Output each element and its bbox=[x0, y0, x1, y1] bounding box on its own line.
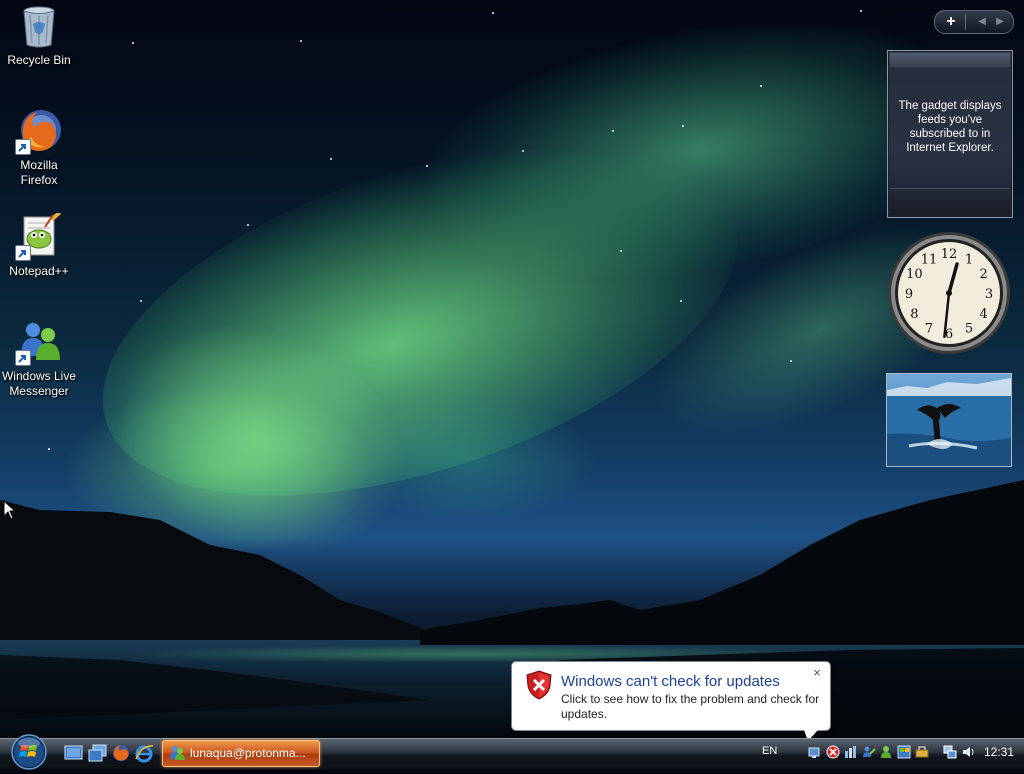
desktop-icon-firefox[interactable]: Mozilla Firefox bbox=[1, 107, 77, 188]
shortcut-arrow-icon bbox=[15, 139, 31, 155]
clock-gadget[interactable]: 12 1 2 3 4 5 6 7 8 9 10 11 bbox=[886, 230, 1012, 356]
messenger-icon bbox=[170, 746, 185, 760]
windows-update-icon[interactable] bbox=[897, 744, 911, 759]
mountains bbox=[0, 480, 1024, 740]
taskbar-button-label: lunaqua@protonma... bbox=[190, 746, 306, 760]
clock-numeral: 8 bbox=[910, 307, 918, 322]
desktop-icon-label: Recycle Bin bbox=[7, 53, 71, 67]
clock-numeral: 2 bbox=[980, 267, 988, 282]
notification-body: Click to see how to fix the problem and … bbox=[561, 692, 820, 721]
messenger-status-icon[interactable] bbox=[879, 744, 893, 758]
desktop-icon-windows-live-messenger[interactable]: Windows Live Messenger bbox=[1, 318, 77, 399]
firefox-icon bbox=[15, 107, 63, 155]
desktop-icon-label: Mozilla Firefox bbox=[20, 158, 58, 187]
feed-gadget-message: The gadget displays feeds you've subscri… bbox=[898, 100, 1002, 154]
add-gadget-button[interactable]: + bbox=[939, 12, 963, 32]
update-notification-balloon[interactable]: Windows can't check for updates Click to… bbox=[511, 661, 831, 741]
desktop-icon-label: Notepad++ bbox=[9, 264, 69, 278]
gadget-footer bbox=[890, 188, 1010, 215]
previous-gadget-page-button[interactable]: ◀ bbox=[975, 14, 989, 30]
messenger-icon bbox=[15, 318, 63, 366]
shortcut-arrow-icon bbox=[15, 245, 31, 261]
divider bbox=[965, 14, 966, 30]
network-monitor-icon[interactable] bbox=[943, 744, 957, 759]
clock-numeral: 11 bbox=[921, 252, 938, 267]
whale-tail-photo bbox=[887, 378, 1011, 466]
clock-face: 12 1234567891011 bbox=[888, 232, 1010, 354]
taskbar-clock[interactable]: 12:31 bbox=[984, 745, 1014, 759]
security-alert-icon[interactable] bbox=[826, 744, 840, 759]
desktop-wallpaper bbox=[0, 0, 1024, 768]
notification-title: Windows can't check for updates bbox=[561, 673, 780, 690]
language-indicator[interactable]: EN bbox=[762, 745, 777, 757]
feed-headlines-gadget[interactable]: The gadget displays feeds you've subscri… bbox=[887, 50, 1013, 218]
tools-icon[interactable] bbox=[915, 744, 929, 758]
clock-numeral: 9 bbox=[905, 287, 913, 302]
clock-numeral: 7 bbox=[925, 322, 933, 337]
volume-devices-icon[interactable] bbox=[843, 744, 857, 758]
taskbar-button-messenger[interactable]: lunaqua@protonma... bbox=[162, 740, 320, 767]
mouse-cursor bbox=[3, 500, 17, 520]
close-icon[interactable]: × bbox=[810, 666, 824, 680]
clock-numeral: 5 bbox=[965, 322, 973, 337]
start-button[interactable] bbox=[8, 734, 50, 770]
recycle-bin-icon bbox=[15, 2, 63, 50]
clock-numeral: 4 bbox=[980, 307, 988, 322]
sidebar-controls: + ◀ ▶ bbox=[934, 10, 1014, 34]
desktop-icon-notepad-plus-plus[interactable]: Notepad++ bbox=[1, 211, 77, 279]
security-shield-icon bbox=[526, 670, 552, 700]
firefox-icon[interactable] bbox=[111, 743, 131, 763]
switch-windows-icon[interactable] bbox=[88, 743, 108, 763]
internet-explorer-icon[interactable] bbox=[134, 743, 154, 763]
next-gadget-page-button[interactable]: ▶ bbox=[993, 14, 1007, 30]
slideshow-gadget[interactable] bbox=[886, 373, 1012, 467]
desktop-icon-recycle-bin[interactable]: Recycle Bin bbox=[1, 2, 77, 68]
clock-numeral: 3 bbox=[985, 287, 993, 302]
shortcut-arrow-icon bbox=[15, 350, 31, 366]
clock-numeral: 1 bbox=[965, 252, 973, 267]
clock-numeral: 10 bbox=[906, 267, 923, 282]
network-icon[interactable] bbox=[808, 744, 822, 758]
show-desktop-icon[interactable] bbox=[64, 743, 84, 763]
gadget-header bbox=[890, 53, 1010, 67]
desktop-icon-label: Windows Live Messenger bbox=[1, 369, 77, 398]
speaker-icon[interactable] bbox=[962, 744, 976, 758]
clock-numeral: 12 bbox=[941, 247, 958, 262]
notepad-plus-plus-icon bbox=[15, 211, 63, 261]
messenger-tray-icon[interactable] bbox=[862, 744, 876, 758]
